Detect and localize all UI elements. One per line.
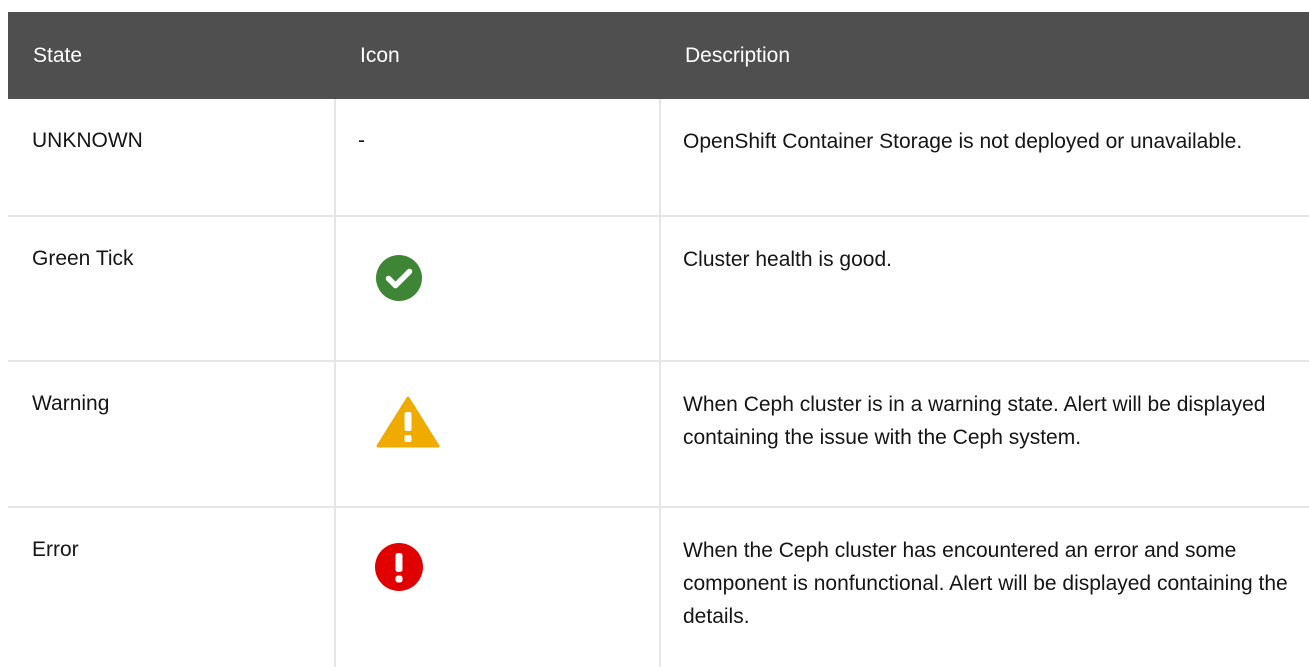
table-header: State Icon Description <box>8 12 1309 99</box>
icon-cell <box>334 507 660 667</box>
icon-cell <box>334 361 660 508</box>
no-icon-dash: - <box>358 129 365 152</box>
green-check-circle-icon <box>376 255 422 301</box>
state-cell: Error <box>32 538 79 561</box>
header-icon: Icon <box>335 12 660 99</box>
description-cell: When Ceph cluster is in a warning state.… <box>659 361 1309 508</box>
state-table-container: State Icon Description UNKNOWN - OpenShi… <box>8 12 1309 667</box>
state-cell: Green Tick <box>8 216 335 362</box>
icon-cell: - <box>334 99 660 217</box>
description-cell: OpenShift Container Storage is not deplo… <box>659 99 1309 217</box>
table-row: UNKNOWN - OpenShift Container Storage is… <box>8 99 1309 217</box>
header-description: Description <box>660 12 1309 99</box>
table-row: Error When the Ceph cluster has encounte… <box>8 507 1309 667</box>
state-cell: Warning <box>8 361 335 508</box>
warning-triangle-icon <box>376 396 440 448</box>
error-exclamation-circle-icon <box>374 542 424 592</box>
table-row: Warning When Ceph cluster is in a warnin… <box>8 361 1309 508</box>
description-cell: When the Ceph cluster has encountered an… <box>659 507 1309 667</box>
header-row: State Icon Description <box>8 12 1309 99</box>
icon-cell <box>334 216 660 362</box>
header-state: State <box>8 12 335 99</box>
table-row: Green Tick Cluster health is good. <box>8 216 1309 362</box>
table-body: UNKNOWN - OpenShift Container Storage is… <box>8 99 1309 667</box>
state-cell: UNKNOWN <box>8 99 335 217</box>
cluster-state-table: State Icon Description UNKNOWN - OpenShi… <box>8 12 1309 667</box>
description-cell: Cluster health is good. <box>659 216 1309 362</box>
